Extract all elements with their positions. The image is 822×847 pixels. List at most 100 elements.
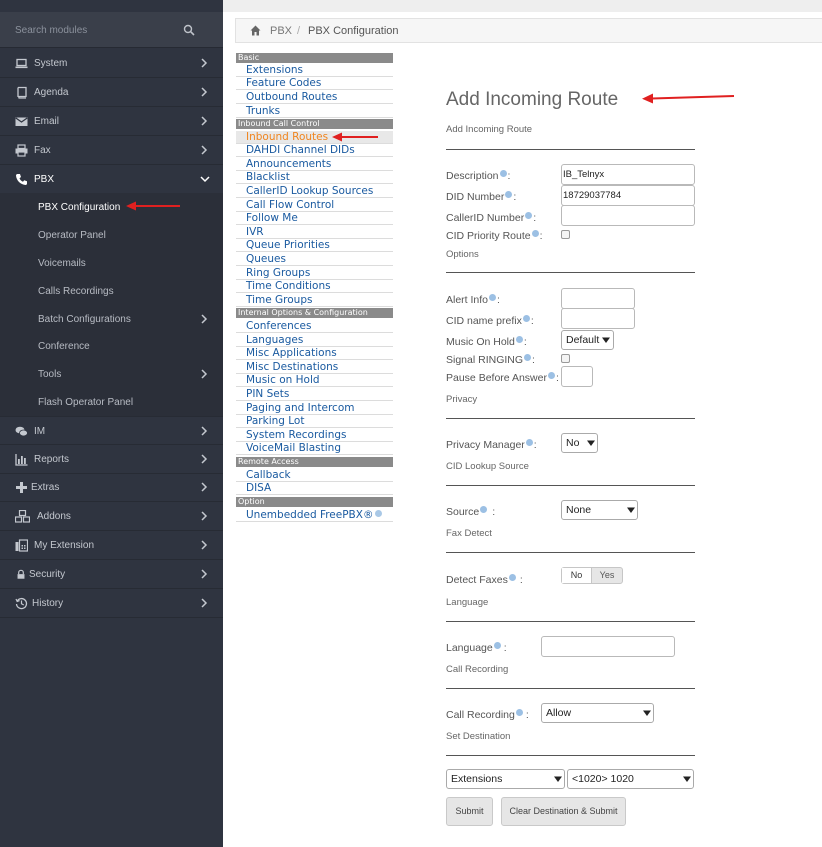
help-icon[interactable] [531,230,539,237]
sidebar-item-extras[interactable]: Extras [0,473,223,502]
menu-item-ivr[interactable]: IVR [236,226,393,239]
menu-item-trunks[interactable]: Trunks [236,105,393,118]
sidebar-item-pbx[interactable]: PBX [0,165,223,194]
sidebar-item-fax[interactable]: Fax [0,136,223,165]
call-recording-select[interactable]: Allow [541,703,654,723]
menu-item-misc-destinations[interactable]: Misc Destinations [236,361,393,374]
menu-item-parking-lot[interactable]: Parking Lot [236,415,393,428]
label-colon: : [503,642,507,654]
menu-item-extensions[interactable]: Extensions [236,64,393,77]
sidebar-item-agenda[interactable]: Agenda [0,78,223,107]
submit-button[interactable]: Submit [446,797,493,826]
music-on-hold-select[interactable]: Default [561,330,614,350]
sidebar-item-history[interactable]: History [0,589,223,618]
sidebar-subitem-operator-panel[interactable]: Operator Panel [0,221,223,249]
menu-item-disa[interactable]: DISA [236,482,393,495]
menu-item-system-recordings[interactable]: System Recordings [236,429,393,442]
help-icon[interactable] [525,212,533,219]
sidebar-subitem-pbx-configuration[interactable]: PBX Configuration [0,193,223,221]
menu-item-feature-codes[interactable]: Feature Codes [236,77,393,90]
menu-item-music-on-hold[interactable]: Music on Hold [236,374,393,387]
menu-item-callerid-lookup-sources[interactable]: CallerID Lookup Sources [236,185,393,198]
menu-item-unembedded-freepbx[interactable]: Unembedded FreePBX® [236,509,393,522]
menu-item-dahdi-channel-dids[interactable]: DAHDI Channel DIDs [236,144,393,157]
menu-item-queue-priorities[interactable]: Queue Priorities [236,239,393,252]
help-icon[interactable] [375,510,383,517]
breadcrumb-pbx-link[interactable]: PBX [270,25,292,37]
source-select[interactable]: None [561,500,638,520]
destination-select[interactable]: <1020> 1020 [567,769,694,789]
field-label-text: Signal RINGING [446,354,524,366]
chevron-right-icon [201,540,208,550]
menu-item-outbound-routes[interactable]: Outbound Routes [236,91,393,104]
help-icon[interactable] [499,170,507,177]
help-icon[interactable] [525,439,533,446]
sidebar-item-my-extension[interactable]: My Extension [0,531,223,560]
sidebar-subitem-conference[interactable]: Conference [0,332,223,360]
menu-item-voicemail-blasting[interactable]: VoiceMail Blasting [236,442,393,455]
menu-item-misc-applications[interactable]: Misc Applications [236,347,393,360]
did-number-input[interactable] [561,185,695,206]
sidebar-item-system[interactable]: System [0,49,223,78]
search-icon[interactable] [183,24,195,36]
help-icon[interactable] [515,336,523,343]
sidebar-item-security[interactable]: Security [0,560,223,589]
menu-item-time-conditions[interactable]: Time Conditions [236,280,393,293]
sidebar-subitem-batch-configurations[interactable]: Batch Configurations [0,305,223,333]
menu-item-time-groups[interactable]: Time Groups [236,294,393,307]
field-label-text: Detect Faxes [446,574,508,586]
menu-item-languages[interactable]: Languages [236,334,393,347]
sidebar-subitem-flash-operator-panel[interactable]: Flash Operator Panel [0,388,223,416]
signal-ringing-checkbox[interactable] [561,354,570,363]
help-icon[interactable] [522,315,530,322]
toggle-yes-option[interactable]: Yes [592,568,622,583]
language-input[interactable] [541,636,675,657]
annotation-arrow-icon [332,132,378,142]
toggle-no-option[interactable]: No [562,568,592,583]
sidebar-subitem-tools[interactable]: Tools [0,360,223,388]
help-icon[interactable] [480,506,488,513]
help-icon[interactable] [547,372,555,379]
sidebar-item-addons[interactable]: Addons [0,502,223,531]
clear-destination-submit-button[interactable]: Clear Destination & Submit [501,797,626,826]
sidebar-item-im[interactable]: IM [0,416,223,445]
did-number-label: DID Number: [446,191,516,203]
menu-item-pin-sets[interactable]: PIN Sets [236,388,393,401]
menu-item-conferences[interactable]: Conferences [236,320,393,333]
menu-item-call-flow-control[interactable]: Call Flow Control [236,199,393,212]
pause-before-answer-input[interactable] [561,366,593,387]
callerid-number-input[interactable] [561,205,695,226]
help-icon[interactable] [505,191,513,198]
sidebar-item-email[interactable]: Email [0,107,223,136]
menu-item-paging-and-intercom[interactable]: Paging and Intercom [236,402,393,415]
menu-item-ring-groups[interactable]: Ring Groups [236,267,393,280]
caret-down-icon [643,710,651,716]
help-icon[interactable] [515,709,523,716]
bar-chart-icon [15,454,28,466]
sidebar-subitem-calls-recordings[interactable]: Calls Recordings [0,277,223,305]
sidebar-item-reports[interactable]: Reports [0,445,223,474]
cid-name-prefix-input[interactable] [561,308,635,329]
section-heading-set-destination: Set Destination [446,731,511,742]
home-icon[interactable] [250,25,261,36]
help-icon[interactable] [493,642,501,649]
label-colon: : [525,709,529,721]
sidebar-item-label: Addons [37,511,71,522]
menu-item-follow-me[interactable]: Follow Me [236,212,393,225]
menu-item-label: Unembedded FreePBX® [246,509,374,521]
destination-type-select[interactable]: Extensions [446,769,565,789]
help-icon[interactable] [489,294,497,301]
privacy-manager-select[interactable]: No [561,433,598,453]
label-colon: : [492,506,496,518]
menu-item-queues[interactable]: Queues [236,253,393,266]
help-icon[interactable] [508,574,516,581]
menu-item-announcements[interactable]: Announcements [236,158,393,171]
alert-info-input[interactable] [561,288,635,309]
description-input[interactable] [561,164,695,185]
sidebar-subitem-voicemails[interactable]: Voicemails [0,249,223,277]
help-icon[interactable] [524,354,532,361]
menu-item-callback[interactable]: Callback [236,469,393,482]
cid-priority-route-checkbox[interactable] [561,230,570,239]
menu-item-blacklist[interactable]: Blacklist [236,171,393,184]
chat-icon [15,426,28,437]
